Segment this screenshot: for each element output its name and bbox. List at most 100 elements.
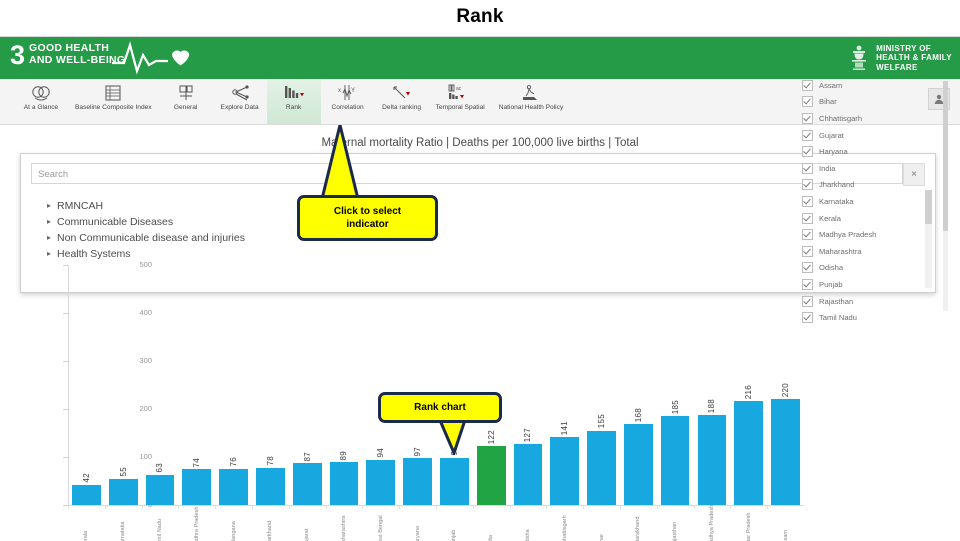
tree-item-non-communicable[interactable]: ▸ Non Communicable disease and injuries — [47, 230, 245, 246]
bar-item[interactable]: 216 — [730, 265, 767, 505]
svg-text:x: x — [338, 88, 341, 94]
bar-item[interactable]: 188 — [694, 265, 731, 505]
bar-item[interactable]: 122 — [473, 265, 510, 505]
bar-item[interactable]: 127 — [510, 265, 547, 505]
bar-item[interactable]: 42 — [68, 265, 105, 505]
x-axis-label: West Bengal — [377, 515, 384, 541]
tree-item-communicable-diseases[interactable]: ▸ Communicable Diseases — [47, 214, 245, 230]
checkbox-checked-icon[interactable] — [802, 79, 813, 91]
state-filter-row[interactable]: Punjab — [802, 276, 950, 293]
ribbon-item-general[interactable]: General — [159, 79, 213, 124]
state-filter-row[interactable]: India — [802, 160, 950, 177]
state-filter-row[interactable]: Madhya Pradesh — [802, 226, 950, 243]
state-filter-row[interactable]: Assam — [802, 77, 950, 94]
state-filter-row[interactable]: Kerala — [802, 210, 950, 227]
x-axis-label: Jharkhand — [267, 520, 274, 541]
state-filter-row[interactable]: Haryana — [802, 143, 950, 160]
tree-item-rmncah[interactable]: ▸ RMNCAH — [47, 198, 245, 214]
bar[interactable] — [292, 463, 322, 505]
ribbon-item-temporal-spatial[interactable]: ac Temporal Spatial — [429, 79, 492, 124]
bar-item[interactable]: 89 — [326, 265, 363, 505]
bar[interactable] — [660, 416, 690, 505]
checkbox-checked-icon[interactable] — [802, 262, 813, 274]
state-filter-row[interactable]: Tamil Nadu — [802, 309, 950, 326]
ribbon-item-rank[interactable]: Rank — [266, 79, 321, 124]
ribbon-item-delta-ranking[interactable]: Delta ranking — [375, 79, 429, 124]
state-filter-row[interactable]: Chhattisgarh — [802, 110, 950, 127]
ministry-line-2: HEALTH & FAMILY — [876, 53, 952, 63]
ribbon-item-baseline-composite-index[interactable]: Baseline Composite Index — [68, 79, 159, 124]
state-filter-row[interactable]: Gujarat — [802, 127, 950, 144]
checkbox-checked-icon[interactable] — [802, 195, 813, 207]
state-filter-row[interactable]: Karnataka — [802, 193, 950, 210]
policy-icon — [520, 82, 542, 102]
state-filter-label: Maharashtra — [819, 246, 862, 256]
checkbox-checked-icon[interactable] — [802, 278, 813, 290]
bar[interactable] — [771, 399, 800, 505]
ribbon-item-explore-data[interactable]: Explore Data — [213, 79, 267, 124]
bar[interactable] — [440, 457, 469, 505]
bar-item[interactable]: 74 — [178, 265, 215, 505]
state-filter-list[interactable]: Assam Bihar Chhattisgarh Gujarat Haryana Indi… — [802, 77, 950, 327]
bar[interactable] — [256, 467, 285, 505]
search-input[interactable]: Search — [31, 163, 903, 184]
bar-item[interactable]: 78 — [252, 265, 289, 505]
legend-scrollbar[interactable] — [943, 81, 948, 311]
bar-item[interactable]: 155 — [583, 265, 620, 505]
x-axis-label-cell: Tamil Nadu — [142, 507, 179, 541]
checkbox-checked-icon[interactable] — [802, 212, 813, 224]
bar-item[interactable]: 55 — [105, 265, 142, 505]
bar[interactable] — [587, 430, 616, 505]
x-axis-label-cell: Andhra Pradesh — [178, 507, 215, 541]
checkbox-checked-icon[interactable] — [802, 96, 813, 108]
checkbox-checked-icon[interactable] — [802, 295, 813, 307]
checkbox-checked-icon[interactable] — [802, 129, 813, 141]
bar[interactable] — [550, 437, 580, 505]
bar[interactable] — [72, 484, 101, 505]
bar-item[interactable]: 63 — [142, 265, 179, 505]
x-axis-label: Uttarakhand — [635, 516, 642, 541]
bar[interactable] — [329, 462, 359, 505]
ribbon-item-at-a-glance[interactable]: At a Glance — [14, 79, 68, 124]
state-filter-row[interactable]: Odisha — [802, 260, 950, 277]
checkbox-checked-icon[interactable] — [802, 146, 813, 158]
state-filter-row[interactable]: Rajasthan — [802, 293, 950, 310]
bar[interactable] — [219, 468, 248, 505]
state-filter-row[interactable]: Maharashtra — [802, 243, 950, 260]
bar-item[interactable]: 168 — [620, 265, 657, 505]
ribbon-item-national-health-policy[interactable]: National Health Policy — [492, 79, 571, 124]
bar[interactable] — [697, 414, 727, 505]
bar-item[interactable]: 141 — [546, 265, 583, 505]
x-axis-label-cell: Maharashtra — [326, 507, 363, 541]
state-filter-row[interactable]: Bihar — [802, 94, 950, 111]
bar-item[interactable]: 185 — [657, 265, 694, 505]
bar-item[interactable]: 87 — [289, 265, 326, 505]
bar-item[interactable]: 94 — [362, 265, 399, 505]
bar[interactable] — [734, 401, 764, 505]
bar-item[interactable]: 97 — [399, 265, 436, 505]
bar[interactable] — [624, 424, 653, 505]
ribbon-label: At a Glance — [23, 104, 59, 111]
state-filter-row[interactable]: Telangana — [802, 326, 950, 327]
ribbon-item-correlation[interactable]: xY Correlation — [321, 79, 375, 124]
bar-value-label: 63 — [155, 463, 165, 473]
checkbox-checked-icon[interactable] — [802, 229, 813, 241]
checkbox-checked-icon[interactable] — [802, 162, 813, 174]
x-axis-label-cell: Rajasthan — [657, 507, 694, 541]
checkbox-checked-icon[interactable] — [802, 112, 813, 124]
bar[interactable] — [366, 459, 396, 505]
bar[interactable] — [513, 444, 543, 505]
bar-item[interactable]: 98 — [436, 265, 473, 505]
state-filter-label: Kerala — [819, 213, 841, 223]
state-filter-row[interactable]: Jharkhand — [802, 177, 950, 194]
bar-item[interactable]: 220 — [767, 265, 804, 505]
checkbox-checked-icon[interactable] — [802, 245, 813, 257]
bar[interactable] — [403, 458, 432, 505]
bar[interactable] — [145, 474, 175, 505]
bar[interactable] — [108, 478, 138, 505]
bar[interactable] — [182, 469, 212, 505]
bar-item[interactable]: 76 — [215, 265, 252, 505]
bar[interactable] — [476, 446, 506, 505]
checkbox-checked-icon[interactable] — [802, 312, 813, 324]
checkbox-checked-icon[interactable] — [802, 179, 813, 191]
